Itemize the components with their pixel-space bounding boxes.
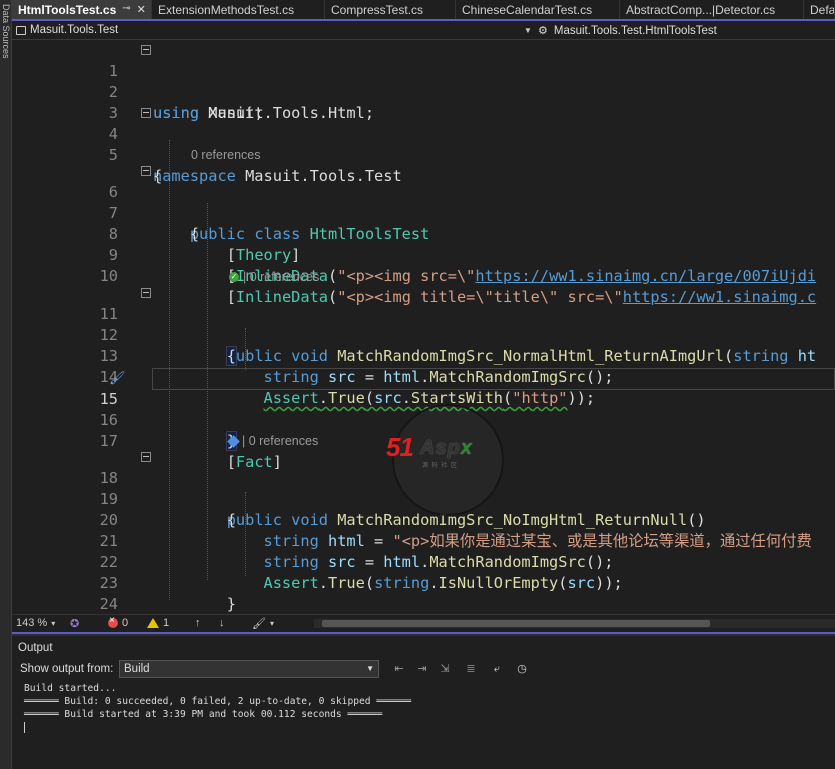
tab-chinesecalendartest[interactable]: ChineseCalendarTest.cs	[456, 0, 620, 19]
error-count: 0	[122, 617, 129, 629]
member-dropdown[interactable]: ⚙ Masuit.Tools.Test.HtmlToolsTest	[538, 24, 717, 38]
clear-all-icon[interactable]: ≣	[464, 662, 478, 676]
code-line-23: 23 }	[12, 552, 835, 613]
previous-issue-button[interactable]: ↑	[195, 617, 201, 629]
zoom-dropdown[interactable]: 143 % ▾	[16, 617, 55, 629]
output-text[interactable]: Build started... ══════ Build: 0 succeede…	[24, 682, 411, 721]
class-icon: ⚙	[538, 25, 548, 37]
chevron-down-icon: ▾	[269, 619, 274, 628]
code-line-15: 15 🖌 }	[12, 368, 835, 451]
output-line: ══════ Build: 0 succeeded, 0 failed, 2 u…	[24, 696, 411, 707]
pin-icon[interactable]: ⊸	[122, 3, 130, 14]
collapse-icon[interactable]	[141, 166, 151, 176]
tab-htmltoolstest[interactable]: HtmlToolsTest.cs ⊸ ✕	[12, 0, 152, 19]
output-line: ══════ Build started at 3:39 PM and took…	[24, 709, 383, 720]
code-line-3: 3	[12, 82, 835, 122]
code-line-11: 11 public void MatchRandomImgSrc_NormalH…	[12, 283, 835, 365]
collapse-icon[interactable]	[141, 108, 151, 118]
code-line-21: 21 string src = html.MatchRandomImgSrc()…	[12, 510, 835, 571]
code-line-9: 9 [InlineData("<p><img src=\"https://ww1…	[12, 224, 835, 285]
tab-label: HtmlToolsTest.cs	[18, 3, 117, 17]
output-source-select[interactable]: Build ▼	[119, 660, 379, 678]
warning-count-button[interactable]: 1	[147, 617, 169, 629]
output-line: Build started...	[24, 683, 117, 694]
chevron-down-icon: ▼	[366, 664, 374, 673]
tab-default[interactable]: Defa	[804, 0, 835, 19]
side-tool-strip: Data Sources	[0, 0, 12, 769]
chevron-down-icon: ▾	[51, 618, 56, 628]
error-icon	[108, 615, 118, 628]
watermark-text-aspx: Asp	[420, 437, 461, 459]
word-wrap-icon[interactable]: ⤶	[490, 662, 504, 676]
code-line-7: 7 {	[12, 182, 835, 243]
navigation-bar: Masuit.Tools.Test ▼ ⚙ Masuit.Tools.Test.…	[12, 21, 835, 40]
warning-icon	[147, 618, 159, 628]
code-line-8: 8 [Theory]	[12, 203, 835, 264]
code-line-2: 2 using Xunit;	[12, 61, 835, 122]
code-line-1: 1 using Masuit.Tools.Html;	[12, 40, 835, 122]
project-icon	[16, 25, 26, 35]
test-passed-icon: ✓	[229, 272, 239, 282]
code-line-13: 13 string src = html.MatchRandomImgSrc()…	[12, 325, 835, 386]
watermark-subtitle: 源 码 社 区	[422, 463, 459, 469]
code-line-16: 16	[12, 389, 835, 429]
editor-status-bar: 143 % ▾ ✪ 0 1 ↑ ↓ 🖌 ▾	[12, 614, 835, 632]
member-name: Masuit.Tools.Test.HtmlToolsTest	[553, 24, 717, 37]
code-line-6: 6 public class HtmlToolsTest	[12, 161, 835, 243]
code-line-25: 25 }	[12, 594, 835, 614]
go-to-previous-icon[interactable]: ⇤	[392, 662, 406, 676]
brush-icon: 🖌	[252, 618, 266, 630]
warning-count: 1	[163, 617, 170, 629]
go-to-next-icon[interactable]: ⇥	[415, 662, 429, 676]
collapse-icon[interactable]	[141, 452, 151, 462]
chevron-down-icon[interactable]: ▼	[524, 26, 532, 35]
code-line-10: 10 [InlineData("<p><img title=\"title\" …	[12, 245, 835, 306]
output-toolbar: Show output from: Build ▼ ⇤ ⇥ ⇲ ≣ ⤶ ◷	[12, 658, 835, 680]
text-caret	[24, 722, 25, 733]
document-tab-bar: HtmlToolsTest.cs ⊸ ✕ ExtensionMethodsTes…	[12, 0, 835, 21]
zoom-level: 143 %	[16, 617, 48, 629]
arrow-up-icon: ↑	[195, 617, 201, 629]
code-cleanup-button[interactable]: 🖌 ▾	[252, 617, 274, 630]
code-editor[interactable]: 1 using Masuit.Tools.Html; 2 using Xunit…	[12, 40, 835, 614]
code-line-24: 24 }	[12, 573, 835, 613]
horizontal-scroll-thumb[interactable]	[322, 620, 710, 627]
test-unknown-icon	[227, 434, 240, 448]
error-count-button[interactable]: 0	[108, 615, 129, 629]
quick-actions-brush-icon[interactable]: 🖌	[109, 368, 126, 389]
output-source-value: Build	[124, 663, 150, 675]
output-panel: Output Show output from: Build ▼ ⇤ ⇥ ⇲ ≣…	[12, 636, 835, 769]
tab-compresstest[interactable]: CompressTest.cs	[325, 0, 456, 19]
project-name: Masuit.Tools.Test	[30, 24, 119, 36]
copilot-icon[interactable]: ✪	[70, 617, 79, 630]
watermark-text: Aspx	[420, 437, 473, 460]
data-sources-tab[interactable]: Data Sources	[1, 4, 11, 59]
collapse-icon[interactable]	[141, 288, 151, 298]
code-line-22: 22 Assert.True(string.IsNullOrEmpty(src)…	[12, 531, 835, 592]
collapse-icon[interactable]	[141, 45, 151, 55]
output-title: Output	[18, 642, 53, 654]
close-icon[interactable]: ✕	[137, 3, 146, 16]
watermark-text-x: x	[460, 437, 473, 459]
next-issue-button[interactable]: ↓	[219, 617, 225, 629]
code-line-12: 12 {	[12, 304, 835, 366]
code-line-4: 4 namespace Masuit.Tools.Test	[12, 103, 835, 185]
timestamp-clock-icon[interactable]: ◷	[515, 662, 529, 676]
tab-abstractcomparer[interactable]: AbstractComp...|Detector.cs	[620, 0, 804, 19]
code-line-14: 14 Assert.True(src.StartsWith("http"));	[12, 346, 835, 407]
arrow-down-icon: ↓	[219, 617, 225, 629]
tab-extensionmethodstest[interactable]: ExtensionMethodsTest.cs	[152, 0, 325, 19]
project-dropdown[interactable]: Masuit.Tools.Test	[16, 24, 118, 36]
watermark-text: 51	[386, 432, 414, 462]
find-message-icon[interactable]: ⇲	[438, 662, 452, 676]
show-output-label: Show output from:	[20, 663, 114, 675]
code-line-5: 5 {	[12, 124, 835, 185]
